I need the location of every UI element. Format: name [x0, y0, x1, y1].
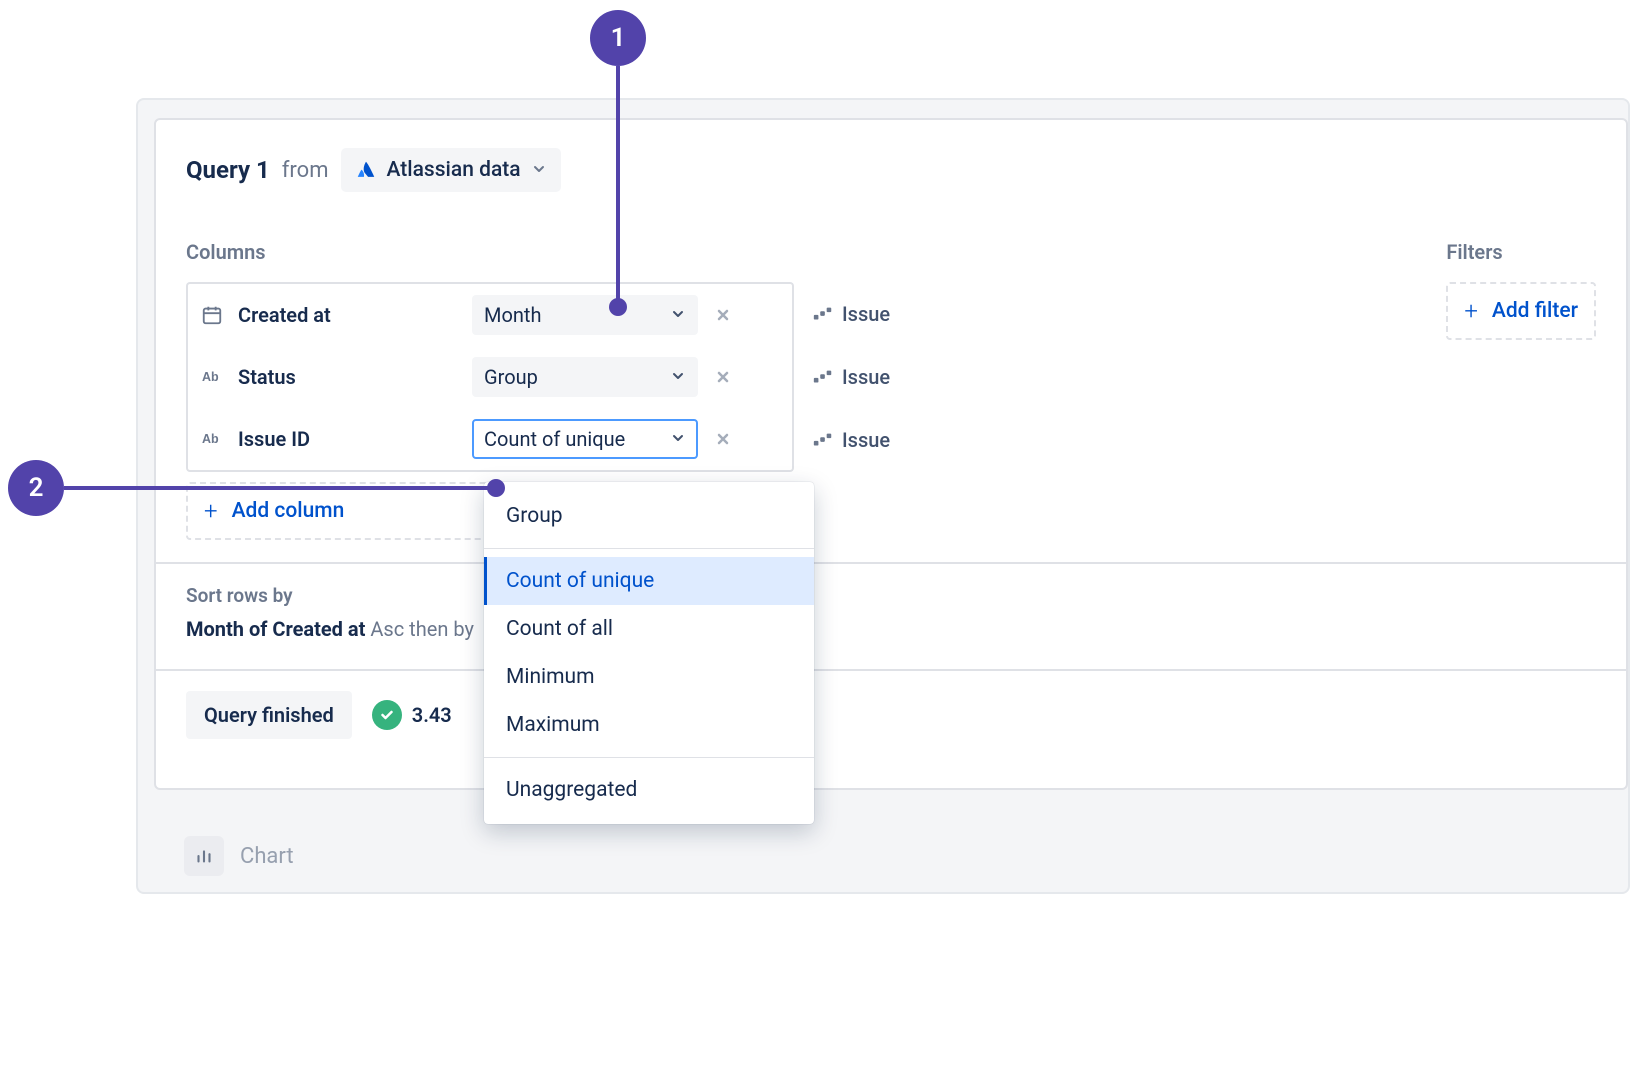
- annotation-1: 1: [590, 10, 646, 66]
- sort-section: Sort rows by Month of Created at Asc the…: [156, 562, 1626, 669]
- chart-label: Chart: [240, 844, 294, 869]
- annotation-2: 2: [8, 460, 64, 516]
- annotation-2-label: 2: [29, 473, 44, 503]
- filters-section: Filters + Add filter: [1446, 240, 1596, 540]
- aggregation-selector[interactable]: Count of unique: [472, 419, 698, 459]
- sort-direction: Asc: [370, 617, 404, 641]
- chart-icon: [184, 836, 224, 876]
- columns-label: Columns: [186, 240, 890, 264]
- column-name: Created at: [238, 303, 458, 327]
- aggregation-label: Month: [484, 303, 541, 327]
- chevron-down-icon: [670, 365, 686, 389]
- remove-column-button[interactable]: [712, 428, 734, 450]
- column-source-label: Issue: [842, 365, 890, 389]
- sort-field: Month of Created at: [186, 617, 365, 641]
- remove-column-button[interactable]: [712, 304, 734, 326]
- add-filter-label: Add filter: [1492, 299, 1578, 323]
- add-column-label: Add column: [232, 499, 345, 523]
- chevron-down-icon: [670, 427, 686, 451]
- dropdown-divider: [484, 548, 814, 549]
- aggregation-selector[interactable]: Month: [472, 295, 698, 335]
- text-type-icon: Ab: [200, 427, 224, 451]
- column-source-tag: Issue: [812, 302, 890, 326]
- column-name: Status: [238, 365, 458, 389]
- svg-text:Ab: Ab: [202, 370, 219, 384]
- column-source-tag: Issue: [812, 428, 890, 452]
- add-filter-button[interactable]: + Add filter: [1446, 282, 1596, 340]
- sort-value[interactable]: Month of Created at Asc then by: [186, 617, 1596, 641]
- check-icon: [372, 700, 402, 730]
- query-panel: Query 1 from Atlassian data Columns: [136, 98, 1630, 894]
- query-card: Query 1 from Atlassian data Columns: [154, 118, 1628, 790]
- sort-label: Sort rows by: [186, 584, 1596, 607]
- annotation-1-line: [616, 66, 620, 302]
- chart-tab[interactable]: Chart: [184, 836, 294, 876]
- data-source-label: Atlassian data: [387, 158, 521, 182]
- status-timing: 3.43: [372, 700, 452, 730]
- column-row[interactable]: Ab Status Group: [188, 346, 792, 408]
- dropdown-divider: [484, 757, 814, 758]
- aggregation-label: Group: [484, 365, 538, 389]
- dropdown-item-unaggregated[interactable]: Unaggregated: [484, 766, 814, 814]
- calendar-icon: [200, 303, 224, 327]
- chevron-down-icon: [531, 158, 547, 182]
- dropdown-item-minimum[interactable]: Minimum: [484, 653, 814, 701]
- dropdown-item-group[interactable]: Group: [484, 492, 814, 540]
- annotation-1-circle: 1: [590, 10, 646, 66]
- plus-icon: +: [204, 499, 218, 523]
- aggregation-selector[interactable]: Group: [472, 357, 698, 397]
- query-header: Query 1 from Atlassian data: [156, 120, 1626, 192]
- dropdown-item-maximum[interactable]: Maximum: [484, 701, 814, 749]
- column-row[interactable]: Created at Month: [188, 284, 792, 346]
- atlassian-icon: [355, 159, 377, 181]
- column-name: Issue ID: [238, 427, 458, 451]
- column-source-label: Issue: [842, 302, 890, 326]
- svg-text:Ab: Ab: [202, 432, 219, 446]
- hierarchy-icon: [812, 366, 834, 388]
- status-time: 3.43: [412, 703, 452, 727]
- remove-column-button[interactable]: [712, 366, 734, 388]
- sort-then-by: then by: [409, 617, 474, 641]
- data-source-selector[interactable]: Atlassian data: [341, 148, 561, 192]
- dropdown-item-count-all[interactable]: Count of all: [484, 605, 814, 653]
- annotation-2-circle: 2: [8, 460, 64, 516]
- hierarchy-icon: [812, 429, 834, 451]
- annotation-2-line: [64, 486, 492, 490]
- plus-icon: +: [1464, 299, 1478, 323]
- column-source-tag: Issue: [812, 365, 890, 389]
- query-from-label: from: [282, 158, 329, 183]
- query-status-pill: Query finished: [186, 691, 352, 739]
- annotation-1-label: 1: [611, 23, 626, 53]
- hierarchy-icon: [812, 303, 834, 325]
- annotation-2-dot: [487, 479, 505, 497]
- chevron-down-icon: [670, 303, 686, 327]
- column-row-wrapper: Created at Month: [186, 282, 890, 346]
- query-title: Query 1: [186, 156, 270, 184]
- filters-label: Filters: [1446, 240, 1596, 264]
- column-row[interactable]: Ab Issue ID Count of unique: [188, 408, 792, 470]
- aggregation-label: Count of unique: [484, 427, 625, 451]
- column-source-label: Issue: [842, 428, 890, 452]
- column-row-wrapper: Ab Status Group: [186, 346, 890, 408]
- annotation-1-dot: [609, 298, 627, 316]
- text-type-icon: Ab: [200, 365, 224, 389]
- column-row-wrapper: Ab Issue ID Count of unique: [186, 408, 890, 472]
- dropdown-item-count-unique[interactable]: Count of unique: [484, 557, 814, 605]
- aggregation-dropdown: Group Count of unique Count of all Minim…: [484, 482, 814, 824]
- status-section: Query finished 3.43: [156, 669, 1626, 759]
